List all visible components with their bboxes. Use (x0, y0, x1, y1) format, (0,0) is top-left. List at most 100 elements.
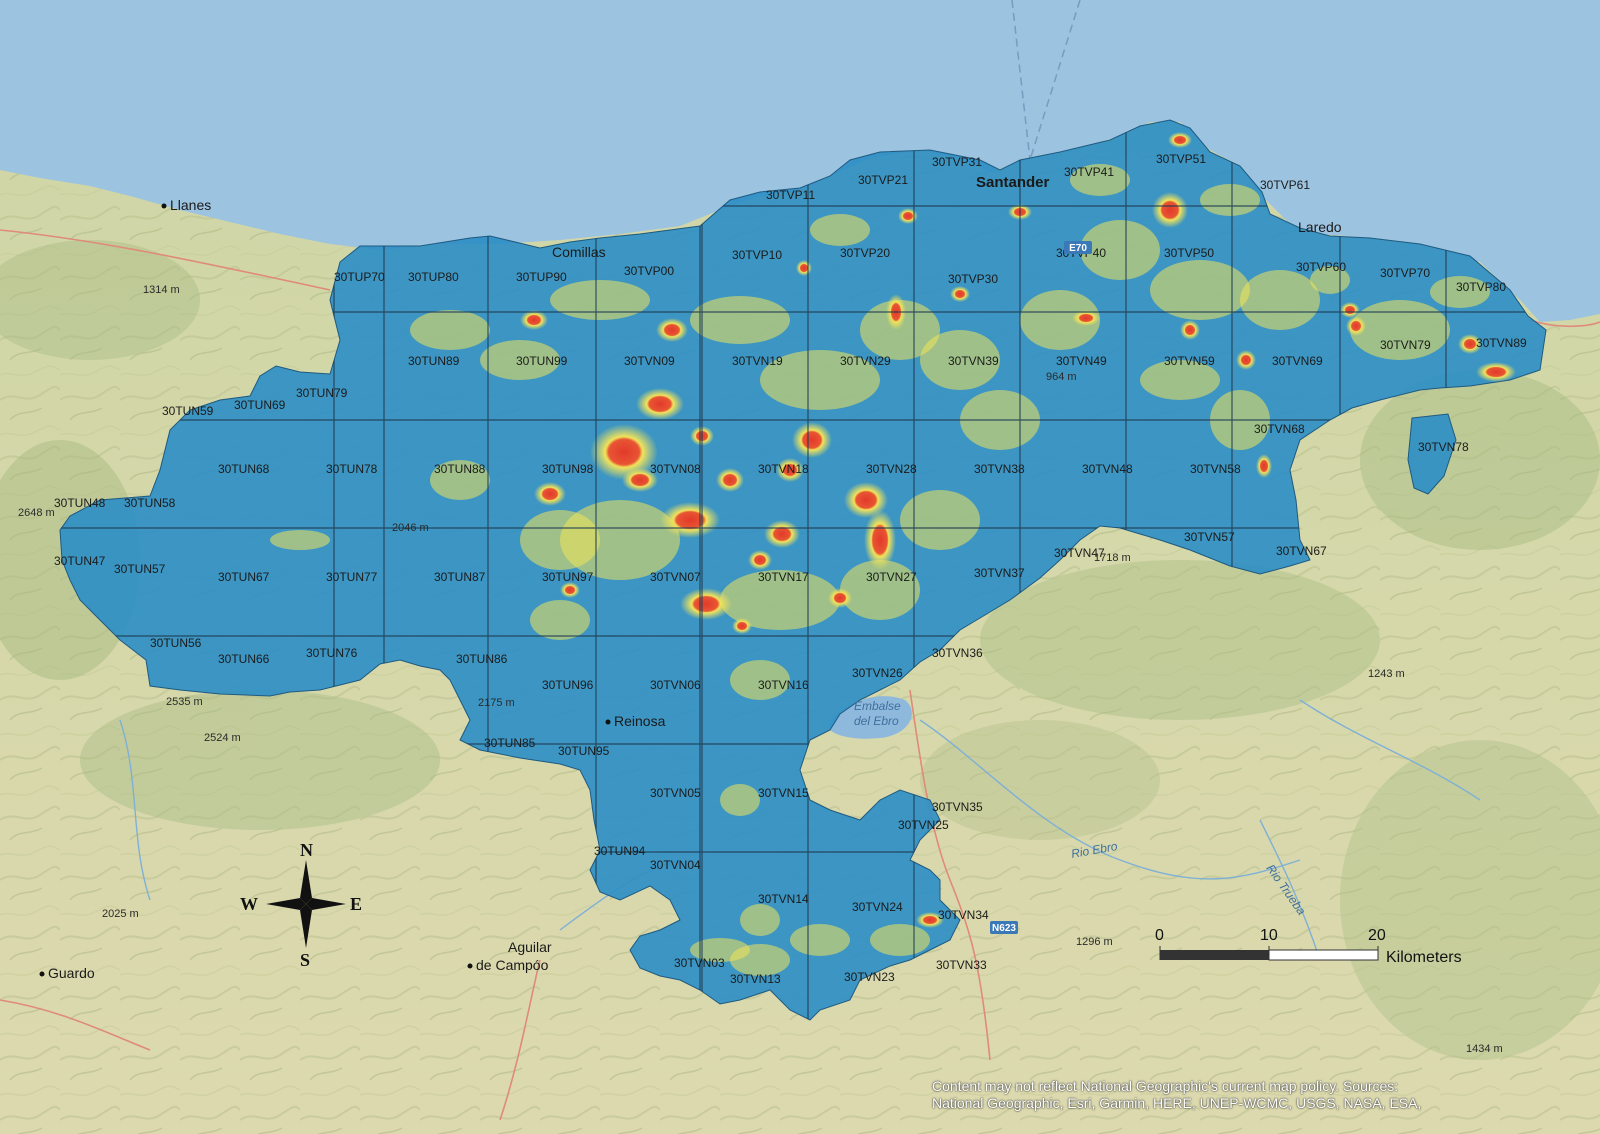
grid-cell-label: 30TUN68 (218, 462, 270, 476)
low-susceptibility-area (1240, 270, 1320, 330)
compass-w-label: W (240, 894, 258, 914)
grid-cell-label: 30TVN17 (758, 570, 809, 584)
high-susceptibility-area (1236, 350, 1256, 370)
place-marker (467, 963, 473, 969)
grid-cell-label: 30TVN36 (932, 646, 983, 660)
grid-cell-label: 30TVP80 (1456, 280, 1506, 294)
grid-cell-label: 30TUP80 (408, 270, 459, 284)
grid-cell-label: 30TUN66 (218, 652, 270, 666)
place-label: Santander (976, 174, 1050, 191)
grid-cell-label: 30TVN89 (1476, 336, 1527, 350)
low-susceptibility-area (740, 904, 780, 936)
grid-cell-label: 30TVN38 (974, 462, 1025, 476)
grid-cell-label: 30TVP51 (1156, 152, 1206, 166)
water-label: Embalse (854, 699, 901, 713)
high-susceptibility-area (898, 208, 918, 224)
compass-e-label: E (350, 894, 362, 914)
grid-cell-label: 30TUN86 (456, 652, 508, 666)
elevation-label: 964 m (1046, 371, 1077, 383)
grid-cell-label: 30TVN23 (844, 970, 895, 984)
grid-cell-label: 30TVN68 (1254, 422, 1305, 436)
compass-s-label: S (300, 950, 310, 970)
low-susceptibility-area (790, 924, 850, 956)
low-susceptibility-area (810, 214, 870, 246)
grid-cell-label: 30TVN26 (852, 666, 903, 680)
low-susceptibility-area (720, 784, 760, 816)
grid-cell-label: 30TUP70 (334, 270, 385, 284)
place-marker (161, 203, 167, 209)
grid-cell-label: 30TVN57 (1184, 530, 1235, 544)
grid-cell-label: 30TVP10 (732, 248, 782, 262)
place-label: Aguilar (508, 939, 552, 955)
grid-cell-label: 30TVN27 (866, 570, 917, 584)
grid-cell-label: 30TVN03 (674, 956, 725, 970)
map-canvas[interactable]: 30TVP31 30TVP21 30TVP11 30TVP41 30TVP51 30TVP… (0, 0, 1600, 1134)
scale-tick-20: 20 (1368, 927, 1386, 944)
water-label: del Ebro (854, 714, 899, 728)
grid-cell-label: 30TVP61 (1260, 178, 1310, 192)
elevation-label: 1296 m (1076, 936, 1113, 948)
grid-cell-label: 30TUN77 (326, 570, 378, 584)
high-susceptibility-area (1476, 362, 1516, 382)
high-susceptibility-area (864, 510, 896, 570)
grid-cell-label: 30TVP50 (1164, 246, 1214, 260)
grid-cell-label: 30TUN98 (542, 462, 594, 476)
grid-cell-label: 30TUN47 (54, 554, 106, 568)
elevation-label: 2046 m (392, 522, 429, 534)
high-susceptibility-area (950, 286, 970, 302)
grid-cell-label: 30TUN76 (306, 646, 358, 660)
scale-segment-light (1268, 949, 1379, 961)
high-susceptibility-area (716, 468, 744, 492)
low-susceptibility-area (560, 500, 680, 580)
place-label: Laredo (1298, 219, 1342, 235)
elevation-label: 2648 m (18, 507, 55, 519)
place-label: de Campóo (476, 957, 549, 973)
grid-cell-label: 30TVP11 (766, 188, 815, 202)
place-label: Llanes (170, 197, 211, 213)
elevation-label: 1314 m (143, 284, 180, 296)
grid-cell-label: 30TVN58 (1190, 462, 1241, 476)
grid-cell-label: 30TUP90 (516, 270, 567, 284)
grid-cell-label: 30TUN57 (114, 562, 166, 576)
grid-cell-label: 30TUN78 (326, 462, 378, 476)
high-susceptibility-area (534, 482, 566, 506)
scale-unit: Kilometers (1386, 949, 1462, 966)
grid-cell-label: 30TVN18 (758, 462, 809, 476)
grid-cell-label: 30TUN88 (434, 462, 486, 476)
high-susceptibility-area (764, 520, 800, 548)
scale-tick-0: 0 (1155, 927, 1164, 944)
grid-cell-label: 30TVN07 (650, 570, 701, 584)
low-susceptibility-area (1200, 184, 1260, 216)
grid-cell-label: 30TVP21 (858, 173, 908, 187)
elevation-label: 1718 m (1094, 552, 1131, 564)
compass-n-label: N (300, 840, 313, 860)
grid-cell-label: 30TVN13 (730, 972, 781, 986)
low-susceptibility-area (530, 600, 590, 640)
high-susceptibility-area (1340, 302, 1360, 318)
low-susceptibility-area (1150, 260, 1250, 320)
low-susceptibility-area (550, 280, 650, 320)
road-shield-label: E70 (1069, 243, 1087, 254)
grid-cell-label: 30TUN87 (434, 570, 486, 584)
high-susceptibility-area (520, 310, 548, 330)
grid-cell-label: 30TUN69 (234, 398, 286, 412)
map-attribution: Content may not reflect National Geograp… (932, 1078, 1592, 1112)
grid-cell-label: 30TUN59 (162, 404, 214, 418)
high-susceptibility-area (1180, 320, 1200, 340)
high-susceptibility-area (636, 388, 684, 420)
place-label: Reinosa (614, 713, 666, 729)
grid-cell-label: 30TVN49 (1056, 354, 1107, 368)
low-susceptibility-area (900, 490, 980, 550)
grid-cell-label: 30TVN35 (932, 800, 983, 814)
low-susceptibility-area (270, 530, 330, 550)
grid-cell-label: 30TVN33 (936, 958, 987, 972)
grid-cell-label: 30TVN14 (758, 892, 809, 906)
elevation-label: 2025 m (102, 908, 139, 920)
high-susceptibility-area (656, 318, 688, 342)
grid-cell-label: 30TVP31 (932, 155, 982, 169)
high-susceptibility-area (560, 582, 580, 598)
grid-cell-label: 30TVN04 (650, 858, 701, 872)
elevation-label: 2535 m (166, 696, 203, 708)
grid-cell-label: 30TUN56 (150, 636, 202, 650)
grid-cell-label: 30TUN94 (594, 844, 646, 858)
